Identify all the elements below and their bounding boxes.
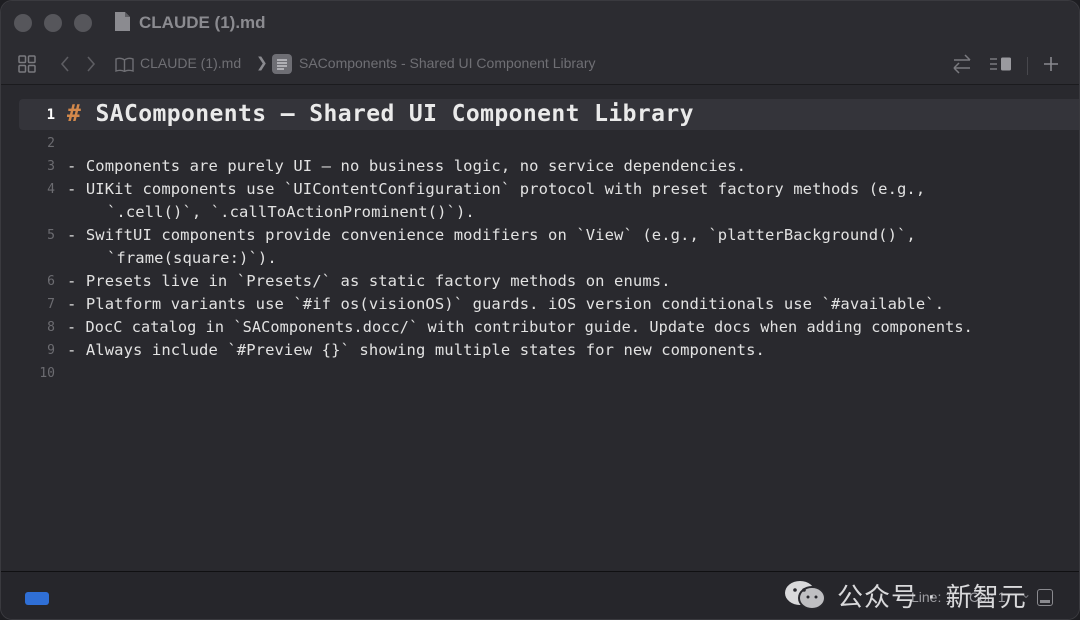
line-number: 8	[47, 320, 55, 335]
line-number: 6	[47, 274, 55, 289]
line-number: 1	[46, 107, 55, 123]
chevron-left-icon[interactable]	[57, 53, 73, 75]
line-text: - DocC catalog in `SAComponents.docc/` w…	[67, 318, 973, 336]
heading-hash: #	[67, 101, 82, 127]
line-text: - Components are purely UI — no business…	[67, 157, 747, 175]
line-number: 9	[47, 343, 55, 358]
title-bar: CLAUDE (1).md	[1, 1, 1079, 45]
line-number: 10	[39, 366, 55, 381]
line-text: - Presets live in `Presets/` as static f…	[67, 272, 671, 290]
breadcrumb-separator: ❯	[256, 54, 268, 70]
heading-content: SAComponents — Shared UI Component Libra…	[81, 101, 694, 127]
markdown-icon	[272, 54, 292, 74]
breadcrumb-file[interactable]: CLAUDE (1).md	[140, 55, 241, 71]
line-text: - UIKit components use `UIContentConfigu…	[67, 180, 926, 198]
line-text: - Platform variants use `#if os(visionOS…	[67, 295, 945, 313]
line-text: - SwiftUI components provide convenience…	[67, 226, 916, 244]
line-text-wrapped: `.cell()`, `.callToActionProminent()`).	[107, 203, 475, 221]
heading-text: # SAComponents — Shared UI Component Lib…	[67, 101, 694, 127]
swap-icon[interactable]	[951, 53, 973, 75]
editor-window: CLAUDE (1).md CLAUDE (1).md ❯ SAComponen…	[0, 0, 1080, 620]
grid-icon[interactable]	[17, 53, 37, 75]
breadcrumb-symbol[interactable]: SAComponents - Shared UI Component Libra…	[299, 55, 595, 71]
line-number: 2	[47, 136, 55, 151]
watermark-text: 公众号 · 新智元	[837, 582, 1027, 613]
line-number: 5	[47, 228, 55, 243]
zoom-window-button[interactable]	[74, 14, 92, 32]
book-icon[interactable]	[114, 53, 134, 75]
close-window-button[interactable]	[14, 14, 32, 32]
debug-area-toggle-icon[interactable]	[1037, 589, 1053, 606]
wechat-icon	[785, 581, 826, 610]
watermark: 公众号 · 新智元	[783, 577, 1027, 613]
line-number: 3	[47, 159, 55, 174]
source-editor[interactable]: 1 # SAComponents — Shared UI Component L…	[1, 86, 1079, 571]
window-title: CLAUDE (1).md	[139, 13, 266, 32]
jump-bar: CLAUDE (1).md ❯ SAComponents - Shared UI…	[1, 45, 1079, 85]
plus-icon[interactable]	[1041, 53, 1061, 75]
toolbar-divider	[1027, 57, 1028, 75]
minimize-window-button[interactable]	[44, 14, 62, 32]
document-icon	[115, 12, 130, 31]
line-text-wrapped: `frame(square:)`).	[107, 249, 277, 267]
line-number: 4	[47, 182, 55, 197]
line-number: 7	[47, 297, 55, 312]
status-indicator[interactable]	[25, 592, 49, 605]
chevron-right-icon[interactable]	[83, 53, 99, 75]
inspector-icon[interactable]	[989, 53, 1013, 75]
line-text: - Always include `#Preview {}` showing m…	[67, 341, 765, 359]
